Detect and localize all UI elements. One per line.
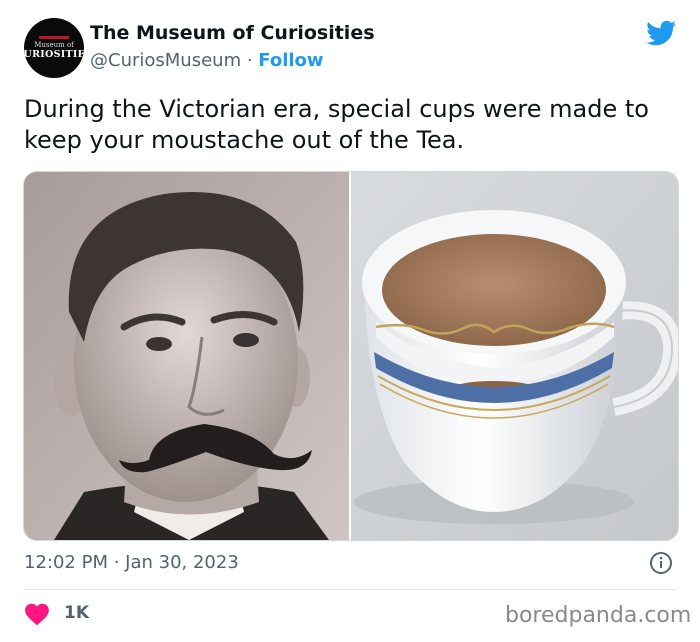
divider (24, 589, 676, 590)
follow-button[interactable]: Follow (258, 50, 323, 71)
handle-row: @CuriosMuseum · Follow (90, 50, 324, 71)
avatar-line1: Museum of (34, 41, 74, 49)
twitter-bird-icon[interactable] (645, 18, 678, 48)
avatar-line2: CURIOSITIES (24, 49, 84, 60)
like-count[interactable]: 1K (64, 603, 89, 623)
media-illustration (24, 172, 678, 540)
handle[interactable]: @CuriosMuseum (90, 50, 241, 71)
tweet-timestamp[interactable]: 12:02 PM · Jan 30, 2023 (24, 552, 239, 573)
portrait-photo (24, 172, 349, 540)
heart-icon[interactable] (24, 602, 50, 626)
tweet-text: During the Victorian era, special cups w… (24, 95, 649, 154)
avatar-accent-bar (39, 36, 69, 39)
separator: · (241, 50, 259, 71)
watermark: boredpanda.com (505, 603, 692, 628)
avatar[interactable]: Museum of CURIOSITIES (24, 18, 84, 78)
tweet-media[interactable] (23, 171, 679, 541)
cup-photo (351, 172, 678, 540)
info-icon[interactable] (649, 551, 673, 575)
display-name[interactable]: The Museum of Curiosities (90, 22, 375, 44)
